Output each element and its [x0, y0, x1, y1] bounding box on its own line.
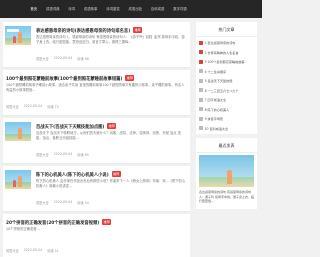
post-date: 2022-09-04	[23, 104, 43, 108]
list-item[interactable]: 5 百战天下天赋技能	[199, 76, 254, 86]
list-item[interactable]: 表达感恩母亲的诗句(表达感恩母亲的诗句或名言) 推荐 表达感恩母亲的诗句 1、感谢…	[3, 22, 190, 68]
latest-post-summary[interactable]: 表达感恩母亲的诗句 有感恩母亲的诗句人：游子吟 慈母手中线，游子身上衣，临行密密…	[196, 189, 257, 209]
post-thumbnail[interactable]	[5, 170, 31, 189]
recommend-badge: 推荐	[102, 219, 112, 225]
hot-list: 1 表达感恩母亲的诗句 2 长寿有精神的人生名言 3 100个最到照花蒙睡前故事…	[196, 37, 257, 134]
post-category[interactable]: 成语大全	[36, 56, 49, 61]
post-meta: 成语大全 2022-09-04 阅读 41	[6, 248, 64, 253]
list-item[interactable]: 陈下的心机美人(陈下的心机美人小说) 推荐 陈下的心机美人 由作家在作品出世后有那…	[3, 166, 190, 212]
post-date: 2022-09-04	[23, 248, 43, 252]
rank-badge	[199, 50, 203, 55]
hot-articles-widget: 热门文章 1 表达感恩母亲的诗句 2 长寿有精神的人生名言 3 100个最到照花…	[196, 22, 257, 134]
post-category[interactable]: 成语大全	[36, 152, 49, 157]
post-category[interactable]: 成语大全	[6, 248, 19, 253]
article-list: 表达感恩母亲的诗句(表达感恩母亲的诗句或名言) 推荐 表达感恩母亲的诗句 1、感谢…	[3, 22, 190, 257]
post-meta: 成语大全 2022-09-04 阅读 65	[36, 152, 94, 157]
post-date: 2022-09-04	[53, 152, 73, 156]
rank-badge	[199, 107, 203, 112]
list-item[interactable]: 2 长寿有精神的人生名言	[199, 48, 254, 58]
post-date: 2022-09-04	[53, 200, 73, 204]
post-views: 阅读 88	[77, 57, 89, 61]
post-meta: 成语大全 2022-09-04 阅读 54	[36, 200, 94, 205]
rank-badge	[199, 88, 203, 93]
rank-badge	[199, 78, 203, 83]
post-title[interactable]: 20个拼音的正确发音(20个拼音的正确发音视频) 推荐	[6, 219, 112, 226]
list-item[interactable]: 20个拼音的正确发音(20个拼音的正确发音视频) 推荐 20个拼音的正确发音...…	[3, 214, 190, 257]
rank-badge	[199, 126, 203, 131]
nav-item-5[interactable]: 成语出处	[124, 0, 146, 18]
nav-item-1[interactable]: 成语词典	[42, 0, 64, 18]
nav-item-7[interactable]: 数字词语	[169, 0, 191, 18]
widget-title: 最近发表	[196, 138, 257, 153]
top-nav-bar: 首页 成语词典 诗词 成语故事 诗词鉴赏 成语出处 百科成语 数字词语	[0, 0, 262, 18]
list-item[interactable]: 6 一二三四五六七八九十	[199, 86, 254, 96]
post-meta: 成语大全 2022-09-04 阅读 88	[36, 56, 94, 61]
list-item[interactable]: 8 陈下的心机美人	[199, 105, 254, 115]
nav-item-home[interactable]: 首页	[26, 0, 42, 18]
post-meta: 成语大全 2022-09-04 阅读 72	[6, 104, 64, 109]
latest-post-image[interactable]	[199, 155, 254, 187]
post-thumbnail[interactable]	[5, 26, 31, 45]
recommend-badge: 推荐	[107, 123, 117, 129]
post-summary: 100个超短睡前故事子睡前小故事，适合亲子共读 宝宝的睡前故事100个超短简单又…	[6, 83, 185, 93]
post-summary: 表达感恩母亲的诗句 1、感谢母亲的诗句 有感恩母亲的诗句人：《游子吟》【唐】孟郊…	[36, 35, 185, 45]
post-date: 2022-09-04	[53, 56, 73, 60]
recommend-badge: 推荐	[125, 75, 135, 81]
list-item[interactable]: 100个最到照花蒙睡前故事(100个最到照花蒙睡前故事短篇) 推荐 100个超短睡…	[3, 70, 190, 116]
nav-item-6[interactable]: 百科成语	[147, 0, 169, 18]
nav-item-4[interactable]: 诗词鉴赏	[102, 0, 124, 18]
post-views: 阅读 72	[47, 105, 59, 109]
post-summary: 百战天下 百战天下转职地方，从他们的天赋什么？剑客，战将，法师，召唤师，剑侠，天…	[36, 131, 181, 141]
post-title[interactable]: 表达感恩母亲的诗句(表达感恩母亲的诗句或名言) 推荐	[36, 27, 143, 34]
rank-badge	[199, 97, 203, 102]
post-summary: 陈下的心机美人 由作家在作品出世后有那些小说？作者宋下一人《骄女上阁帝》作者：宋…	[36, 179, 186, 189]
nav-item-3[interactable]: 成语故事	[79, 0, 101, 18]
post-title[interactable]: 陈下的心机美人(陈下的心机美人小说) 推荐	[36, 171, 121, 178]
recommend-badge: 推荐	[111, 171, 121, 177]
post-summary: 20个拼音的正确发音...	[6, 227, 40, 231]
list-item[interactable]: 3 100个最到照花蒙睡前故事	[199, 57, 254, 67]
widget-title: 热门文章	[196, 22, 257, 37]
rank-badge	[199, 116, 203, 121]
list-item[interactable]: 7 四字成语大全	[199, 95, 254, 105]
rank-badge	[199, 69, 203, 74]
recommend-badge: 推荐	[133, 27, 143, 33]
top-nav: 首页 成语词典 诗词 成语故事 诗词鉴赏 成语出处 百科成语 数字词语	[26, 0, 191, 18]
latest-posts-widget: 最近发表 表达感恩母亲的诗句 有感恩母亲的诗句人：游子吟 慈母手中线，游子身上衣…	[196, 138, 257, 209]
post-category[interactable]: 成语大全	[6, 104, 19, 109]
post-views: 阅读 54	[77, 201, 89, 205]
post-thumbnail[interactable]	[5, 122, 31, 141]
post-title[interactable]: 100个最到照花蒙睡前故事(100个最到照花蒙睡前故事短篇) 推荐	[6, 75, 135, 82]
list-item[interactable]: 1 表达感恩母亲的诗句	[199, 38, 254, 48]
post-views: 阅读 65	[77, 153, 89, 157]
post-category[interactable]: 成语大全	[36, 200, 49, 205]
nav-item-2[interactable]: 诗词	[64, 0, 80, 18]
rank-badge	[199, 59, 203, 64]
sidebar: 热门文章 1 表达感恩母亲的诗句 2 长寿有精神的人生名言 3 100个最到照花…	[196, 22, 257, 213]
rank-badge	[199, 40, 203, 45]
post-views: 阅读 41	[47, 249, 59, 253]
list-item[interactable]: 4 十二生肖顺序	[199, 67, 254, 77]
list-item[interactable]: 10 百科成语大全	[199, 124, 254, 134]
post-title[interactable]: 百战天下(百战天下天赋技能加点图) 推荐	[36, 123, 117, 130]
list-item[interactable]: 百战天下(百战天下天赋技能加点图) 推荐 百战天下 百战天下转职地方，从他们的天赋…	[3, 118, 190, 164]
list-item[interactable]: 9 拼音字母表	[199, 114, 254, 124]
